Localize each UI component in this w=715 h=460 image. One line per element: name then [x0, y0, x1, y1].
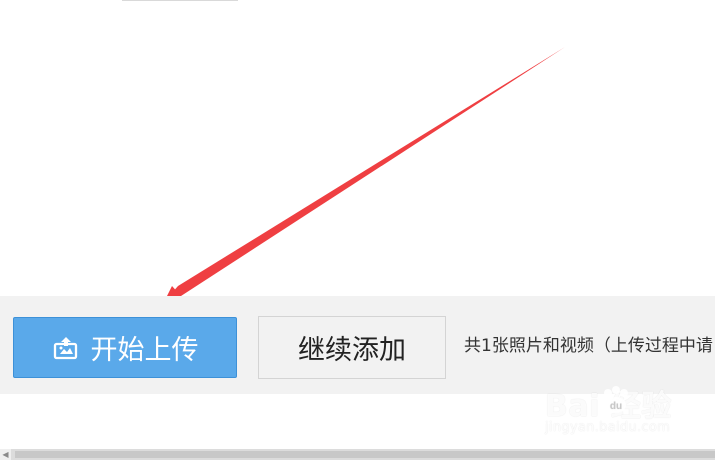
start-upload-label: 开始上传 [90, 335, 199, 365]
top-divider-line [122, 0, 238, 1]
horizontal-scrollbar[interactable]: ◀ [0, 449, 715, 460]
start-upload-button[interactable]: 开始上传 [13, 317, 237, 378]
continue-add-button[interactable]: 继续添加 [258, 316, 446, 379]
upload-summary-text: 共1张照片和视频（上传过程中请 [464, 336, 713, 356]
scroll-left-arrow-icon[interactable]: ◀ [0, 449, 11, 460]
upload-toolbar: 开始上传 继续添加 共1张照片和视频（上传过程中请 [0, 296, 715, 394]
scroll-thumb[interactable] [15, 451, 715, 458]
watermark-url: jingyan.baidu.com [545, 420, 671, 435]
svg-text:du: du [610, 401, 622, 412]
upload-image-icon [52, 334, 80, 362]
